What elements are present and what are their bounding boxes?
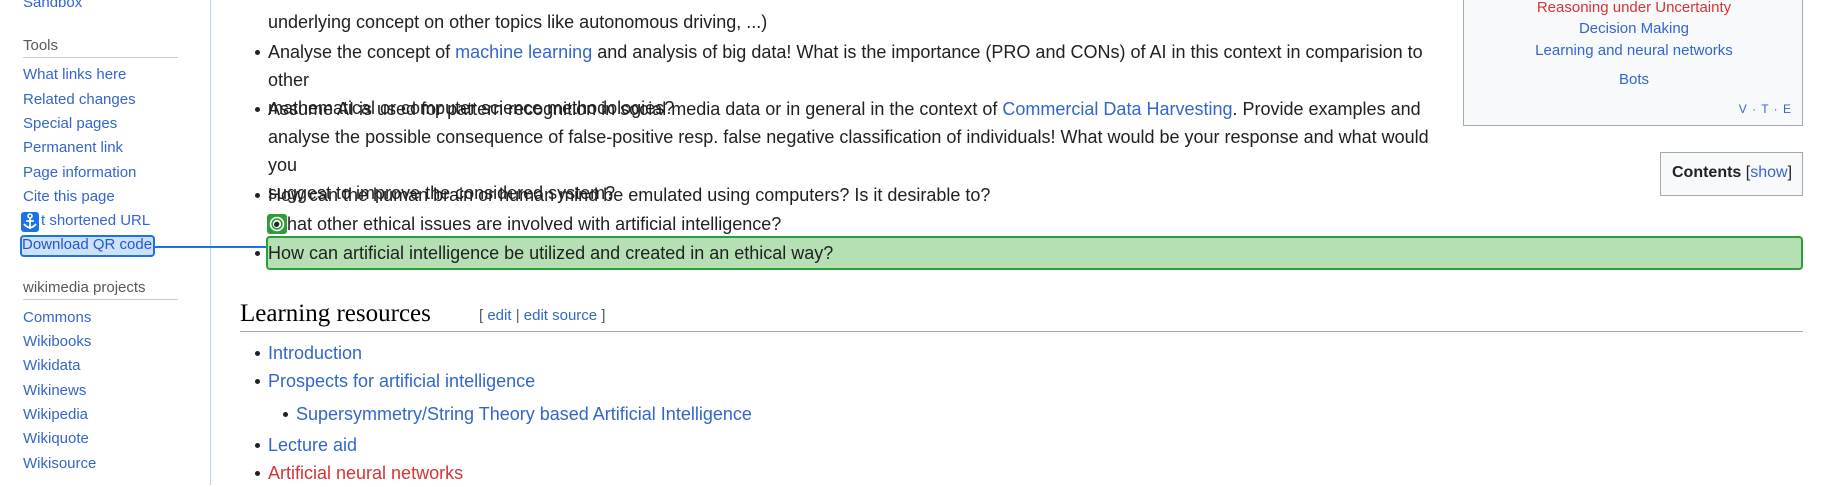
section-heading-learning-resources: Learning resources	[240, 300, 431, 327]
question-item-highlighted[interactable]: How can artificial intelligence be utili…	[255, 239, 1453, 267]
question-item: hat other ethical issues are involved wi…	[274, 210, 1472, 238]
link-machine-learning[interactable]: machine learning	[455, 42, 592, 62]
sidebar-link-wikipedia[interactable]: Wikipedia	[23, 406, 88, 423]
toc-show-button[interactable]: show	[1750, 164, 1787, 181]
question-text: . Provide examples and	[1232, 99, 1421, 119]
question-item: How can the human brain or human mind be…	[255, 181, 1453, 209]
sidebar-link-commons[interactable]: Commons	[23, 309, 91, 326]
sidebar: Sandbox Tools What links here Related ch…	[0, 0, 211, 485]
sidebar-link-special-pages[interactable]: Special pages	[23, 115, 117, 132]
table-of-contents: Contents [show]	[1660, 152, 1803, 196]
projects-heading: wikimedia projects	[23, 279, 146, 296]
resource-item: Introduction	[255, 339, 1453, 367]
sidebar-link-download-qr-code[interactable]: Download QR code	[22, 236, 152, 253]
toc-bracket-close: ]	[1787, 164, 1793, 181]
link-supersymmetry-ai[interactable]: Supersymmetry/String Theory based Artifi…	[296, 404, 752, 424]
navbox: Reasoning under Uncertainty Decision Mak…	[1463, 0, 1803, 126]
resource-item: Lecture aid	[255, 431, 1453, 459]
edit-bracket-close: ]	[597, 307, 606, 324]
navbox-link-bots[interactable]: Bots	[1464, 71, 1804, 88]
navbox-link-learning-neural-networks[interactable]: Learning and neural networks	[1464, 42, 1804, 59]
heading-divider	[240, 331, 1803, 332]
link-commercial-data-harvesting[interactable]: Commercial Data Harvesting	[1002, 99, 1232, 119]
sidebar-link-what-links-here[interactable]: What links here	[23, 66, 126, 83]
question-text: Analyse the concept of	[268, 42, 456, 62]
resource-item: Prospects for artificial intelligence	[255, 367, 1453, 395]
sidebar-link-sandbox[interactable]: Sandbox	[23, 0, 82, 11]
question-text: Assume AI is used for pattern recognitio…	[268, 99, 1003, 119]
sidebar-link-cite-this-page[interactable]: Cite this page	[23, 188, 115, 205]
link-artificial-neural-networks[interactable]: Artificial neural networks	[268, 463, 463, 483]
question-0-continuation: underlying concept on other topics like …	[268, 12, 768, 32]
anchor-icon	[21, 212, 39, 232]
question-text: analyse the possible consequence of fals…	[268, 127, 1429, 175]
navbox-link-decision-making[interactable]: Decision Making	[1464, 20, 1804, 37]
toc-title: Contents	[1672, 164, 1742, 181]
resource-item: Artificial neural networks	[255, 459, 1453, 487]
edit-source-link[interactable]: edit source	[524, 307, 597, 324]
sidebar-link-wikibooks[interactable]: Wikibooks	[23, 333, 91, 350]
navbox-link-reasoning-under-uncertainty[interactable]: Reasoning under Uncertainty	[1464, 0, 1804, 16]
tools-divider	[23, 57, 178, 58]
resource-subitem: Supersymmetry/String Theory based Artifi…	[283, 400, 1396, 428]
sidebar-link-wikiquote[interactable]: Wikiquote	[23, 430, 89, 447]
sidebar-link-wikidata[interactable]: Wikidata	[23, 357, 81, 374]
link-lecture-aid[interactable]: Lecture aid	[268, 435, 357, 455]
sidebar-link-get-shortened-url[interactable]: t shortened URL	[41, 212, 150, 229]
connector-line	[155, 246, 267, 248]
section-edit-links: [ edit | edit source ]	[479, 307, 605, 324]
sidebar-link-wikinews[interactable]: Wikinews	[23, 382, 86, 399]
projects-divider	[23, 299, 178, 300]
sidebar-link-page-information[interactable]: Page information	[23, 164, 136, 181]
sidebar-link-wikisource[interactable]: Wikisource	[23, 455, 96, 472]
edit-link[interactable]: edit	[487, 307, 511, 324]
navbox-vte-links[interactable]: V · T · E	[1739, 102, 1792, 116]
link-prospects-for-ai[interactable]: Prospects for artificial intelligence	[268, 371, 535, 391]
edit-separator: |	[511, 307, 524, 324]
sidebar-link-related-changes[interactable]: Related changes	[23, 91, 136, 108]
link-introduction[interactable]: Introduction	[268, 343, 362, 363]
sidebar-link-permanent-link[interactable]: Permanent link	[23, 139, 123, 156]
tools-heading: Tools	[23, 37, 59, 54]
